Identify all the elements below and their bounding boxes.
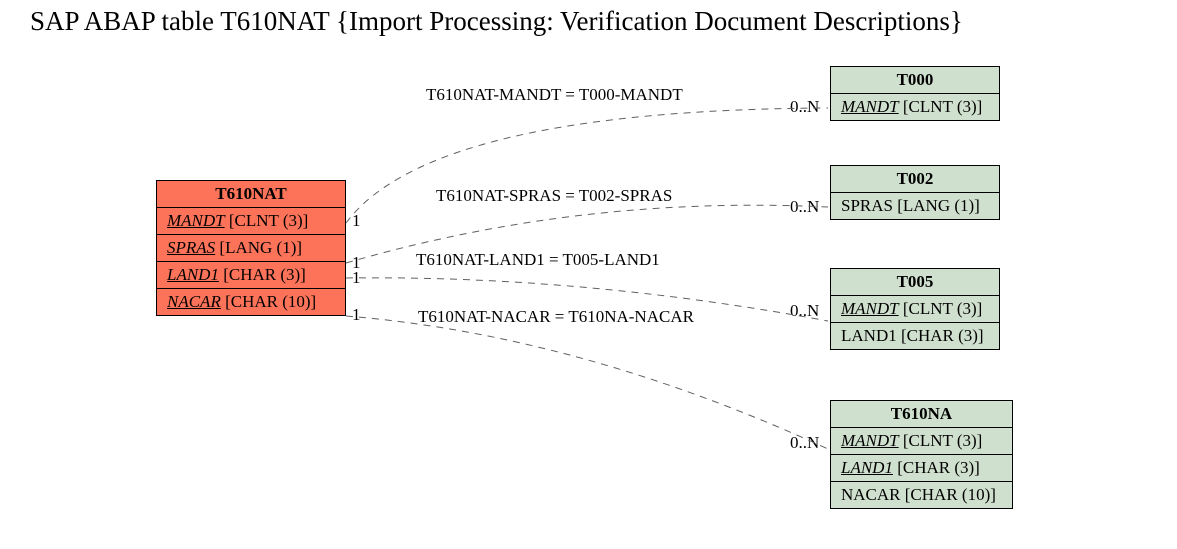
entity-t002-header: T002 <box>831 166 999 193</box>
entity-t610nat-header: T610NAT <box>157 181 345 208</box>
left-card-4: 1 <box>352 305 361 325</box>
entity-t002: T002 SPRAS [LANG (1)] <box>830 165 1000 220</box>
relation-label-3: T610NAT-LAND1 = T005-LAND1 <box>416 250 660 270</box>
entity-t610nat-field-spras: SPRAS [LANG (1)] <box>157 235 345 262</box>
right-card-4: 0..N <box>790 433 819 453</box>
entity-t610na-header: T610NA <box>831 401 1012 428</box>
right-card-3: 0..N <box>790 301 819 321</box>
entity-t005-header: T005 <box>831 269 999 296</box>
entity-t610nat-field-mandt: MANDT [CLNT (3)] <box>157 208 345 235</box>
entity-t610na-field-land1: LAND1 [CHAR (3)] <box>831 455 1012 482</box>
entity-t005: T005 MANDT [CLNT (3)] LAND1 [CHAR (3)] <box>830 268 1000 350</box>
entity-t610nat-field-nacar: NACAR [CHAR (10)] <box>157 289 345 315</box>
right-card-1: 0..N <box>790 97 819 117</box>
entity-t000: T000 MANDT [CLNT (3)] <box>830 66 1000 121</box>
entity-t610nat: T610NAT MANDT [CLNT (3)] SPRAS [LANG (1)… <box>156 180 346 316</box>
right-card-2: 0..N <box>790 197 819 217</box>
entity-t000-field-mandt: MANDT [CLNT (3)] <box>831 94 999 120</box>
entity-t610na-field-mandt: MANDT [CLNT (3)] <box>831 428 1012 455</box>
left-card-1: 1 <box>352 211 361 231</box>
entity-t002-field-spras: SPRAS [LANG (1)] <box>831 193 999 219</box>
entity-t000-header: T000 <box>831 67 999 94</box>
entity-t005-field-land1: LAND1 [CHAR (3)] <box>831 323 999 349</box>
entity-t610nat-field-land1: LAND1 [CHAR (3)] <box>157 262 345 289</box>
entity-t610na: T610NA MANDT [CLNT (3)] LAND1 [CHAR (3)]… <box>830 400 1013 509</box>
relation-label-1: T610NAT-MANDT = T000-MANDT <box>426 85 683 105</box>
diagram-title: SAP ABAP table T610NAT {Import Processin… <box>30 6 963 37</box>
entity-t005-field-mandt: MANDT [CLNT (3)] <box>831 296 999 323</box>
left-card-3: 1 <box>352 268 361 288</box>
relation-label-2: T610NAT-SPRAS = T002-SPRAS <box>436 186 672 206</box>
relation-label-4: T610NAT-NACAR = T610NA-NACAR <box>418 307 694 327</box>
entity-t610na-field-nacar: NACAR [CHAR (10)] <box>831 482 1012 508</box>
